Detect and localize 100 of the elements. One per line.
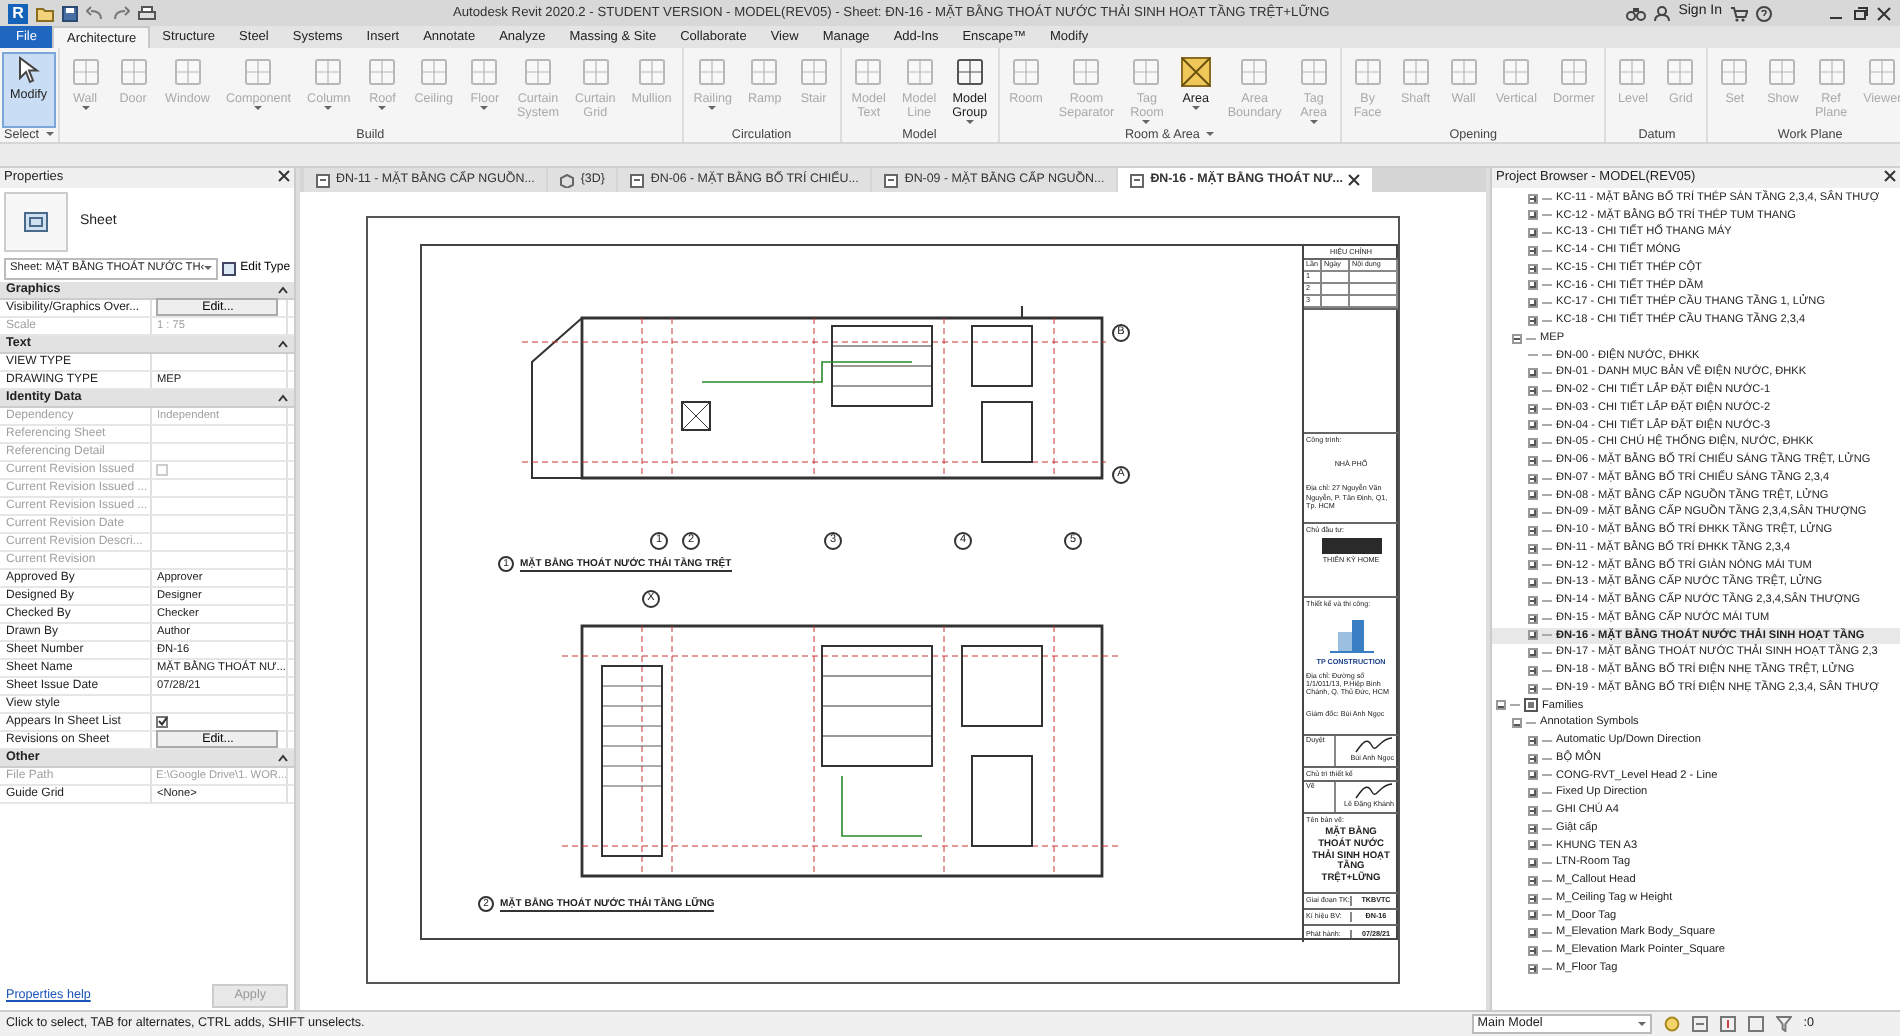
expand-toggle[interactable] (1528, 368, 1538, 379)
print-icon[interactable] (138, 5, 156, 21)
tool-icon (468, 56, 501, 88)
caret-icon (1309, 120, 1318, 124)
tool-icon (417, 56, 450, 88)
caret-icon (81, 106, 90, 110)
folder-icon[interactable] (36, 5, 54, 21)
collapse-icon (278, 393, 288, 401)
expand-toggle[interactable] (1528, 315, 1538, 326)
tool-icon (1399, 56, 1432, 88)
expand-toggle[interactable] (1528, 858, 1538, 869)
tool-icon (1297, 56, 1330, 88)
expand-toggle[interactable] (1528, 840, 1538, 851)
expand-toggle[interactable] (1528, 595, 1538, 606)
cart-icon[interactable] (1730, 5, 1748, 21)
tool-icon (366, 56, 399, 88)
expand-toggle[interactable] (1528, 455, 1538, 466)
save-icon[interactable] (62, 5, 78, 21)
undo-icon[interactable] (86, 5, 104, 21)
expand-toggle[interactable] (1528, 298, 1538, 309)
expand-toggle[interactable] (1528, 753, 1538, 764)
expand-toggle[interactable] (1528, 613, 1538, 624)
tool-icon (797, 56, 830, 88)
area-icon (1179, 56, 1212, 88)
caret-icon (1191, 106, 1200, 110)
tool-icon (1557, 56, 1590, 88)
expand-toggle[interactable] (1528, 508, 1538, 519)
signature-drawing (1354, 782, 1394, 801)
checkbox[interactable] (156, 715, 169, 727)
expand-toggle[interactable] (1528, 823, 1538, 834)
restore-icon[interactable] (1852, 5, 1868, 21)
tool-icon (171, 56, 204, 88)
expand-toggle[interactable] (1528, 525, 1538, 536)
collapse-toggle[interactable] (1512, 333, 1522, 344)
tool-icon (1718, 56, 1751, 88)
tool-icon (312, 56, 345, 88)
expand-toggle[interactable] (1528, 280, 1538, 291)
expand-toggle[interactable] (1528, 420, 1538, 431)
close-icon[interactable] (1884, 170, 1896, 182)
expand-toggle[interactable] (1528, 735, 1538, 746)
circle-icon[interactable] (1663, 1016, 1680, 1032)
expand-toggle[interactable] (1528, 385, 1538, 396)
collapse-icon (278, 285, 288, 293)
cursor-icon (16, 56, 41, 84)
expand-toggle[interactable] (1528, 578, 1538, 589)
caret-icon (1142, 120, 1151, 124)
edit-type-icon (222, 261, 237, 276)
expand-toggle[interactable] (1528, 963, 1538, 974)
expand-toggle[interactable] (1528, 560, 1538, 571)
binoculars-icon[interactable] (1626, 5, 1647, 21)
expand-toggle[interactable] (1528, 473, 1538, 484)
expand-toggle[interactable] (1528, 193, 1538, 204)
tool-icon (117, 56, 150, 88)
help-icon[interactable] (1756, 5, 1772, 21)
redo-icon[interactable] (112, 5, 130, 21)
expand-toggle[interactable] (1528, 683, 1538, 694)
collapse-toggle[interactable] (1496, 700, 1506, 711)
expand-toggle[interactable] (1528, 403, 1538, 414)
tool-icon (242, 56, 275, 88)
tool-icon (1351, 56, 1384, 88)
family-icon (1524, 698, 1538, 713)
expand-toggle[interactable] (1528, 648, 1538, 659)
expand-toggle[interactable] (1528, 805, 1538, 816)
caret-icon (1637, 1021, 1646, 1026)
tool-icon (696, 56, 729, 88)
tool-icon (1766, 56, 1799, 88)
close-icon[interactable] (278, 170, 290, 182)
app-logo[interactable]: R (8, 3, 28, 23)
tool-icon (1500, 56, 1533, 88)
expand-toggle[interactable] (1528, 788, 1538, 799)
filter-icon[interactable] (1775, 1016, 1792, 1032)
close-icon[interactable] (1876, 5, 1892, 21)
expand-toggle[interactable] (1528, 630, 1538, 641)
expand-toggle[interactable] (1528, 438, 1538, 449)
toolbar-icon[interactable] (1747, 1016, 1764, 1032)
expand-toggle[interactable] (1528, 875, 1538, 886)
toolbar-icon[interactable] (1719, 1016, 1736, 1032)
close-icon[interactable] (1348, 174, 1361, 186)
toolbar-icon[interactable] (1691, 1016, 1708, 1032)
checkmark-icon (157, 716, 168, 726)
expand-toggle[interactable] (1528, 228, 1538, 239)
expand-toggle[interactable] (1528, 665, 1538, 676)
expand-toggle[interactable] (1528, 263, 1538, 274)
expand-toggle[interactable] (1528, 928, 1538, 939)
tool-icon (635, 56, 668, 88)
expand-toggle[interactable] (1528, 910, 1538, 921)
signature-drawing (1354, 736, 1394, 754)
expand-toggle[interactable] (1528, 543, 1538, 554)
expand-toggle[interactable] (1528, 245, 1538, 256)
collapse-toggle[interactable] (1512, 718, 1522, 729)
expand-toggle[interactable] (1528, 490, 1538, 501)
tool-icon (953, 56, 986, 88)
expand-toggle[interactable] (1528, 945, 1538, 956)
caret-icon (480, 106, 489, 110)
tool-icon (1616, 56, 1649, 88)
expand-toggle[interactable] (1528, 210, 1538, 221)
tool-icon (748, 56, 781, 88)
tool-icon (852, 56, 885, 88)
expand-toggle[interactable] (1528, 893, 1538, 904)
expand-toggle[interactable] (1528, 770, 1538, 781)
